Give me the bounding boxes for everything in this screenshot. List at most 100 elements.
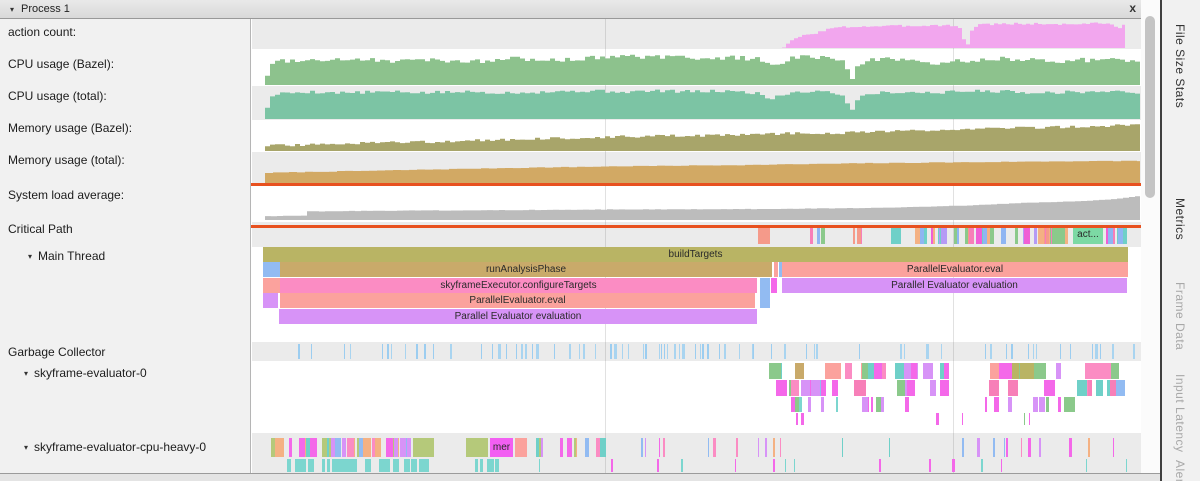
flame-bar[interactable]: ParallelEvaluator.eval: [782, 262, 1128, 277]
tab-metrics[interactable]: Metrics: [1173, 198, 1187, 240]
trace-sliver: [1006, 344, 1008, 359]
trace-sliver: [1028, 344, 1029, 359]
trace-sliver: [799, 397, 802, 412]
trace-sliver: [1056, 363, 1061, 379]
trace-sliver: [758, 226, 770, 244]
tab-input-latency[interactable]: Input Latency: [1173, 374, 1187, 453]
trace-sliver: [931, 226, 934, 244]
track-label-mem-bazel: Memory usage (Bazel):: [8, 121, 132, 135]
trace-sliver: [322, 438, 325, 457]
flame-bar[interactable]: Parallel Evaluator evaluation: [782, 278, 1127, 293]
process-header[interactable]: ▾ Process 1 x: [0, 0, 1141, 19]
tab-frame-data[interactable]: Frame Data: [1173, 282, 1187, 350]
trace-sliver: [1088, 438, 1090, 457]
flame-bar[interactable]: runAnalysisPhase: [280, 262, 772, 277]
flame-bar[interactable]: act...: [1073, 226, 1103, 244]
trace-sliver: [832, 380, 837, 396]
tab-file-size-stats[interactable]: File Size Stats: [1173, 24, 1187, 108]
collapse-arrow-icon[interactable]: ▾: [24, 443, 28, 452]
trace-sliver: [871, 397, 874, 412]
collapse-arrow-icon[interactable]: ▾: [28, 252, 32, 261]
trace-sliver: [628, 344, 629, 359]
flame-bar[interactable]: buildTargets: [263, 247, 1128, 262]
trace-sliver: [643, 344, 644, 359]
trace-sliver: [1069, 397, 1072, 412]
trace-sliver: [994, 397, 999, 412]
horizontal-scrollbar[interactable]: [0, 473, 1160, 481]
trace-sliver: [814, 344, 816, 359]
trace-sliver: [1033, 344, 1034, 359]
trace-sliver: [985, 344, 986, 359]
collapse-arrow-icon[interactable]: ▾: [10, 5, 14, 14]
trace-sliver: [977, 438, 979, 457]
track-label-skyframe-evaluator-cpu-heavy-0[interactable]: ▾skyframe-evaluator-cpu-heavy-0: [24, 440, 206, 454]
trace-sliver: [752, 344, 754, 359]
trace-sliver: [708, 438, 709, 457]
trace-sliver: [645, 438, 647, 457]
trace-sliver: [480, 459, 483, 472]
trace-sliver: [1097, 363, 1112, 379]
trace-sliver: [674, 344, 676, 359]
trace-sliver: [1100, 344, 1101, 359]
trace-sliver: [936, 413, 938, 425]
track-label-main-thread[interactable]: ▾Main Thread: [28, 249, 105, 263]
trace-sliver: [664, 344, 665, 359]
trace-sliver: [500, 344, 501, 359]
trace-sliver: [941, 226, 947, 244]
trace-sliver: [821, 226, 825, 244]
flame-bar[interactable]: skyframeExecutor.configureTargets: [280, 278, 757, 293]
trace-sliver: [1088, 380, 1092, 396]
vertical-scrollbar-thumb[interactable]: [1145, 16, 1155, 198]
flame-bar[interactable]: mer: [490, 438, 513, 457]
timeline-canvas[interactable]: act... buildTargetsrunAnalysisPhase Paral…: [263, 0, 1141, 473]
trace-sliver: [661, 344, 663, 359]
trace-sliver: [769, 363, 781, 379]
flame-bar[interactable]: Parallel Evaluator evaluation: [279, 309, 757, 324]
trace-sliver: [707, 344, 709, 359]
trace-sliver: [1123, 226, 1127, 244]
track-label-critical-path: Critical Path: [8, 222, 73, 236]
trace-sliver: [897, 380, 906, 396]
trace-sliver: [821, 397, 824, 412]
trace-sliver: [622, 344, 623, 359]
flame-bar[interactable]: ParallelEvaluator.eval: [280, 293, 755, 308]
trace-sliver: [989, 380, 1000, 396]
trace-sliver: [857, 226, 861, 244]
trace-sliver: [1004, 438, 1005, 457]
trace-sliver: [1001, 459, 1002, 472]
trace-sliver: [821, 380, 827, 396]
trace-sliver: [999, 363, 1012, 379]
trace-sliver: [915, 226, 921, 244]
trace-sliver: [774, 438, 775, 457]
trace-sliver: [335, 438, 341, 457]
trace-sliver: [404, 459, 409, 472]
trace-sliver: [659, 438, 660, 457]
trace-sliver: [816, 344, 818, 359]
trace-sliver: [365, 459, 371, 472]
trace-sliver: [1054, 226, 1058, 244]
trace-sliver: [806, 344, 808, 359]
trace-sliver: [585, 438, 590, 457]
trace-sliver: [539, 459, 541, 472]
trace-sliver: [1113, 363, 1120, 379]
trace-sliver: [541, 438, 543, 457]
trace-sliver: [1001, 226, 1006, 244]
trace-sliver: [263, 262, 280, 277]
trace-sliver: [667, 344, 669, 359]
vertical-scrollbar[interactable]: [1141, 0, 1160, 473]
tab-alerts[interactable]: Alerts: [1173, 460, 1187, 481]
trace-sliver: [466, 438, 488, 457]
track-label-skyframe-evaluator-0[interactable]: ▾skyframe-evaluator-0: [24, 366, 147, 380]
trace-sliver: [987, 226, 991, 244]
trace-sliver: [862, 397, 868, 412]
trace-sliver: [1126, 459, 1127, 472]
trace-sliver: [387, 344, 389, 359]
trace-sliver: [905, 397, 909, 412]
trace-sliver: [1029, 413, 1031, 425]
collapse-arrow-icon[interactable]: ▾: [24, 369, 28, 378]
side-tab-rail: File Size Stats Metrics Frame Data Input…: [1160, 0, 1200, 481]
close-icon[interactable]: x: [1129, 1, 1136, 15]
trace-sliver: [569, 344, 571, 359]
trace-sliver: [414, 459, 417, 472]
trace-sliver: [596, 438, 601, 457]
